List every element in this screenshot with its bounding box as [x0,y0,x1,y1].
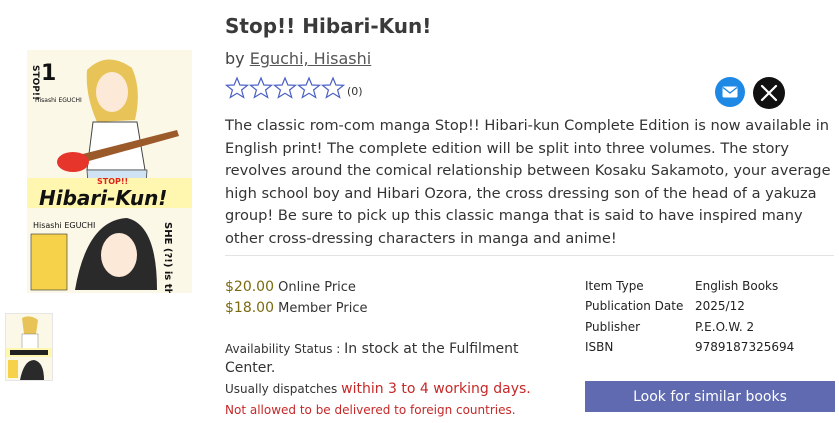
product-title: Stop!! Hibari-Kun! [225,14,432,38]
cover-stop-text: STOP!! [30,65,40,100]
dispatch-prefix: Usually dispatches [225,382,338,396]
star-outline-icon[interactable] [273,76,297,100]
x-logo-icon [760,84,778,102]
member-price-label: Member Price [278,301,368,316]
rating-stars[interactable]: (0) [225,74,363,100]
star-outline-icon[interactable] [321,76,345,100]
spec-value-publication-date: 2025/12 [695,299,745,313]
cover-author-text: Hisashi EGUCHI [33,221,95,230]
online-price-row: $20.00 Online Price [225,279,356,295]
spec-label-isbn: ISBN [585,340,614,354]
spec-value-isbn: 9789187325694 [695,340,795,354]
product-description: The classic rom-com manga Stop!! Hibari-… [225,117,831,247]
cover-thumbnail[interactable] [5,313,53,381]
author-link[interactable]: Eguchi, Hisashi [250,49,372,68]
online-price-label: Online Price [278,280,356,295]
mail-icon [722,86,738,98]
byline: by Eguchi, Hisashi [225,49,371,68]
dispatch-time: within 3 to 4 working days. [341,381,531,397]
by-label: by [225,49,245,68]
spec-label-publisher: Publisher [585,320,641,334]
dispatch-info: Usually dispatches within 3 to 4 working… [225,381,531,397]
availability-status: Availability Status : In stock at the Fu… [225,340,565,378]
cover-volume-number: 1 [41,61,56,86]
spec-label-item-type: Item Type [585,279,644,293]
star-outline-icon[interactable] [249,76,273,100]
cover-stop-band: STOP!! [97,177,128,186]
look-for-similar-books-button[interactable]: Look for similar books [585,381,835,412]
spec-value-publisher: P.E.O.W. 2 [695,320,755,334]
spec-value-item-type: English Books [695,279,779,293]
rating-count: (0) [347,85,363,98]
online-price: $20.00 [225,279,274,295]
availability-label: Availability Status : [225,342,341,356]
section-divider [225,255,834,256]
member-price: $18.00 [225,300,274,316]
spec-label-publication-date: Publication Date [585,299,684,313]
delivery-restriction: Not allowed to be delivered to foreign c… [225,403,516,417]
member-price-row: $18.00 Member Price [225,300,367,316]
book-cover-image[interactable]: STOP!! 1 Hisashi EGUCHI STOP!! Hibari-Ku… [27,50,192,293]
cover-title-text: Hibari-Kun! [39,186,167,210]
share-x-button[interactable] [753,77,785,109]
star-outline-icon[interactable] [297,76,321,100]
star-outline-icon[interactable] [225,76,249,100]
share-email-button[interactable] [715,77,745,107]
cover-tagline: SHE (?!) is the original [162,222,173,293]
cover-author-small: Hisashi EGUCHI [35,97,82,104]
